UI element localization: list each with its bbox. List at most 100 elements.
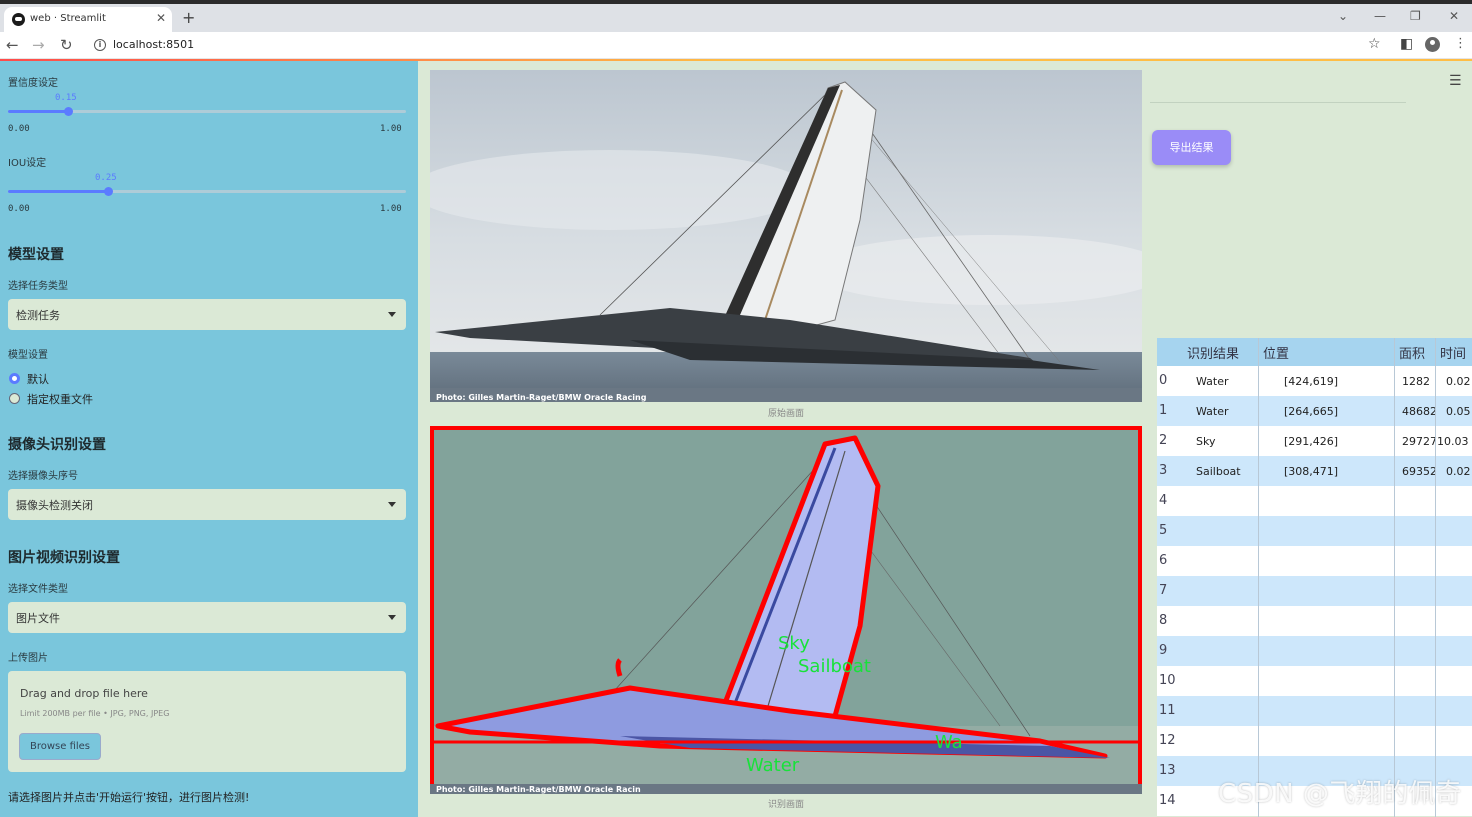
- row-index: 0: [1159, 373, 1168, 388]
- cell-class: Sailboat: [1196, 465, 1241, 478]
- cell-time: 0.02: [1446, 375, 1471, 388]
- cell-position: [291,426]: [1284, 435, 1339, 448]
- confidence-value: 0.15: [55, 93, 77, 103]
- app-menu-icon[interactable]: ☰: [1449, 73, 1462, 89]
- row-index: 2: [1159, 433, 1168, 448]
- url-text: localhost:8501: [113, 38, 195, 51]
- iou-value: 0.25: [95, 173, 117, 183]
- browser-tab[interactable]: web · Streamlit ✕: [4, 7, 172, 32]
- column-separator: [1435, 338, 1436, 817]
- table-row[interactable]: 6: [1157, 546, 1472, 576]
- tab-title: web · Streamlit: [30, 13, 106, 24]
- row-index: 5: [1159, 523, 1168, 538]
- row-index: 4: [1159, 493, 1168, 508]
- table-row[interactable]: 3 Sailboat [308,471] 69352 0.02: [1157, 456, 1472, 486]
- profile-avatar-icon[interactable]: [1425, 37, 1440, 52]
- upload-label: 上传图片: [8, 653, 48, 664]
- column-header-class[interactable]: 识别结果: [1187, 343, 1239, 362]
- photo-credit-result: Photo: Gilles Martin-Raget/BMW Oracle Ra…: [436, 785, 641, 794]
- new-tab-icon[interactable]: +: [182, 8, 195, 27]
- table-row[interactable]: 9: [1157, 636, 1472, 666]
- cell-area: 69352: [1402, 465, 1437, 478]
- table-row[interactable]: 5: [1157, 516, 1472, 546]
- status-message: 请选择图片并点击'开始运行'按钮，进行图片检测!: [8, 791, 250, 804]
- row-index: 9: [1159, 643, 1168, 658]
- camera-settings-header: 摄像头识别设置: [8, 437, 106, 453]
- export-results-button[interactable]: 导出结果: [1152, 130, 1231, 165]
- tab-search-icon[interactable]: ⌄: [1338, 9, 1348, 23]
- row-index: 3: [1159, 463, 1168, 478]
- iou-slider[interactable]: [8, 187, 406, 196]
- label-sailboat: Sailboat: [798, 656, 871, 677]
- table-header: 识别结果 位置 面积 时间: [1157, 338, 1472, 366]
- forward-icon[interactable]: →: [32, 36, 45, 54]
- cell-area: 48682: [1402, 405, 1437, 418]
- cell-position: [264,665]: [1284, 405, 1339, 418]
- confidence-slider[interactable]: [8, 107, 406, 116]
- column-header-position[interactable]: 位置: [1263, 343, 1289, 362]
- radio-custom-label: 指定权重文件: [27, 393, 93, 406]
- row-index: 7: [1159, 583, 1168, 598]
- browser-menu-icon[interactable]: ⋮: [1454, 36, 1467, 51]
- chevron-down-icon: [388, 615, 396, 620]
- column-header-area[interactable]: 面积: [1399, 343, 1425, 362]
- divider-line: [1150, 102, 1406, 103]
- tab-close-icon[interactable]: ✕: [156, 11, 166, 25]
- column-header-time[interactable]: 时间: [1440, 343, 1466, 362]
- cell-position: [424,619]: [1284, 375, 1339, 388]
- radio-default-weights[interactable]: [9, 373, 20, 384]
- table-row[interactable]: 8: [1157, 606, 1472, 636]
- original-image: Photo: Gilles Martin-Raget/BMW Oracle Ra…: [430, 70, 1142, 402]
- column-separator: [1258, 338, 1259, 817]
- cell-class: Sky: [1196, 435, 1216, 448]
- site-info-icon[interactable]: i: [94, 39, 106, 51]
- cell-time: 0.05: [1446, 405, 1471, 418]
- file-type-label: 选择文件类型: [8, 584, 68, 595]
- table-row[interactable]: 4: [1157, 486, 1472, 516]
- camera-index-value: 摄像头检测关闭: [16, 499, 93, 512]
- back-icon[interactable]: ←: [6, 36, 19, 54]
- reload-icon[interactable]: ↻: [60, 36, 73, 54]
- tab-bar: web · Streamlit ✕ + ⌄ — ❐ ✕: [0, 4, 1472, 32]
- radio-custom-weights[interactable]: [9, 393, 20, 404]
- table-row[interactable]: 10: [1157, 666, 1472, 696]
- table-row[interactable]: 1 Water [264,665] 48682 0.05: [1157, 396, 1472, 426]
- restore-icon[interactable]: ❐: [1410, 9, 1421, 23]
- upload-limit-text: Limit 200MB per file • JPG, PNG, JPEG: [20, 709, 170, 718]
- row-index: 6: [1159, 553, 1168, 568]
- browse-files-button[interactable]: Browse files: [19, 733, 101, 760]
- camera-index-label: 选择摄像头序号: [8, 471, 78, 482]
- result-image-svg: Sky Sailboat Wa Water Photo: Gilles Mart…: [430, 426, 1142, 794]
- table-row[interactable]: 7: [1157, 576, 1472, 606]
- minimize-icon[interactable]: —: [1374, 9, 1386, 23]
- chevron-down-icon: [388, 502, 396, 507]
- table-row[interactable]: 2Sky[291,426]2972710.03: [1157, 426, 1472, 456]
- close-window-icon[interactable]: ✕: [1449, 9, 1459, 23]
- iou-slider-fill: [8, 190, 108, 193]
- confidence-slider-thumb[interactable]: [63, 107, 73, 116]
- task-type-value: 检测任务: [16, 309, 60, 322]
- table-row[interactable]: 0 Water [424,619] 1282 0.02: [1157, 366, 1472, 396]
- task-type-select[interactable]: 检测任务: [8, 299, 406, 330]
- streamlit-favicon-icon: [12, 13, 25, 26]
- result-image-caption: 识别画面: [767, 800, 804, 810]
- iou-label: IOU设定: [8, 158, 47, 169]
- result-image: Sky Sailboat Wa Water Photo: Gilles Mart…: [430, 426, 1142, 794]
- media-settings-header: 图片视频识别设置: [8, 550, 120, 566]
- table-row[interactable]: 11: [1157, 696, 1472, 726]
- camera-index-select[interactable]: 摄像头检测关闭: [8, 489, 406, 520]
- file-type-select[interactable]: 图片文件: [8, 602, 406, 633]
- file-uploader-dropzone[interactable]: Drag and drop file here Limit 200MB per …: [8, 671, 406, 772]
- cell-class: Water: [1196, 375, 1229, 388]
- model-weights-label: 模型设置: [8, 350, 48, 361]
- side-panel-icon[interactable]: ◧: [1400, 36, 1413, 52]
- iou-slider-thumb[interactable]: [103, 187, 113, 196]
- url-omnibox[interactable]: i localhost:8501: [86, 35, 1386, 56]
- column-separator: [1394, 338, 1395, 817]
- bookmark-star-icon[interactable]: ☆: [1368, 36, 1381, 52]
- cell-time: 0.02: [1446, 465, 1471, 478]
- chevron-down-icon: [388, 312, 396, 317]
- table-row[interactable]: 12: [1157, 726, 1472, 756]
- row-index: 14: [1159, 793, 1176, 808]
- confidence-slider-fill: [8, 110, 68, 113]
